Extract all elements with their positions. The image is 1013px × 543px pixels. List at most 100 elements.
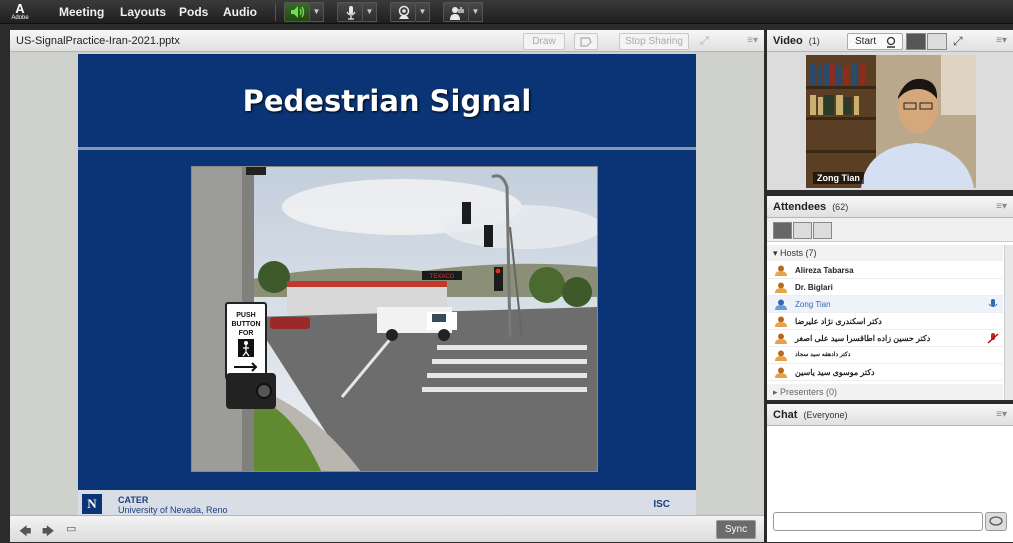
attendee-row[interactable]: Alireza Tabarsa bbox=[767, 262, 1003, 279]
attendees-pod-header: Attendees (62) ≡▾ bbox=[767, 196, 1013, 218]
webcam-small-icon bbox=[886, 36, 896, 48]
start-webcam-button[interactable]: Start bbox=[847, 33, 903, 50]
speaker-button[interactable] bbox=[284, 2, 310, 22]
attendee-row[interactable]: دکتر حسین زاده اطاقسرا سید علی اصغر bbox=[767, 330, 1003, 347]
host-user-icon bbox=[775, 282, 787, 293]
start-label: Start bbox=[855, 36, 877, 47]
chat-message-input[interactable] bbox=[773, 512, 983, 531]
next-slide-icon[interactable]: 🡆 bbox=[42, 522, 54, 543]
share-pod-footer: 🡄 🡆 ▭ Sync bbox=[10, 515, 764, 542]
microphone-dropdown[interactable]: ▼ bbox=[363, 2, 377, 22]
slide-photo: TEXACO PUSH BUTTON FOR bbox=[191, 166, 598, 472]
list-view-icon[interactable] bbox=[773, 222, 792, 239]
sign-line-2: BUTTON bbox=[231, 321, 260, 328]
sign-line-3: FOR bbox=[239, 330, 254, 337]
texaco-sign-text: TEXACO bbox=[430, 274, 455, 280]
slide-title: Pedestrian Signal bbox=[242, 84, 532, 118]
breakout-view-icon[interactable] bbox=[813, 222, 832, 239]
attendee-row[interactable]: دکتر اسکندری نژاد علیرضا bbox=[767, 313, 1003, 330]
share-pod-header: US-SignalPractice-Iran-2021.pptx Draw St… bbox=[10, 30, 764, 52]
attendees-toolbar bbox=[767, 218, 1013, 242]
video-pod: Video (1) Start ⤢ ≡▾ Zong Tian bbox=[767, 30, 1013, 190]
attendee-name: Dr. Biglari bbox=[795, 283, 833, 292]
slide-stage: Pedestrian Signal TEXACO PUSH BUTTON FOR… bbox=[10, 52, 764, 518]
video-pod-menu-icon[interactable]: ≡▾ bbox=[996, 35, 1007, 46]
microphone-icon bbox=[346, 6, 356, 20]
webcam-dropdown[interactable]: ▼ bbox=[416, 2, 430, 22]
status-view-icon[interactable] bbox=[793, 222, 812, 239]
attendee-name: دکتر دادهقه سید سجاد bbox=[795, 352, 851, 358]
attendee-name: دکتر اسکندری نژاد علیرضا bbox=[795, 317, 882, 326]
divider bbox=[275, 3, 276, 21]
adobe-logo: A Adobe bbox=[8, 2, 32, 22]
pedestrian-signal-photo: TEXACO PUSH BUTTON FOR bbox=[192, 167, 597, 471]
speaker-icon bbox=[291, 6, 305, 18]
chat-pod-header: Chat (Everyone) ≡▾ bbox=[767, 404, 1013, 426]
host-user-icon bbox=[775, 333, 787, 344]
raise-hand-button[interactable] bbox=[443, 2, 469, 22]
attendees-pod-menu-icon[interactable]: ≡▾ bbox=[996, 201, 1007, 212]
sign-line-1: PUSH bbox=[236, 312, 255, 319]
footer-university: University of Nevada, Reno bbox=[118, 505, 228, 515]
draw-button[interactable]: Draw bbox=[523, 33, 565, 50]
annotate-icon bbox=[580, 37, 592, 47]
single-view-icon[interactable] bbox=[927, 33, 947, 50]
presenter-name-tag: Zong Tian bbox=[813, 172, 864, 184]
grid-view-icon[interactable] bbox=[906, 33, 926, 50]
previous-slide-icon[interactable]: 🡄 bbox=[19, 522, 31, 543]
menu-meeting[interactable]: Meeting bbox=[59, 5, 104, 19]
attendee-name: Zong Tian bbox=[795, 300, 831, 309]
person-status-icon bbox=[450, 7, 464, 20]
annotation-toggle-button[interactable] bbox=[574, 33, 598, 50]
webcam-feed: Zong Tian bbox=[806, 55, 976, 188]
webcam-icon bbox=[398, 5, 410, 19]
video-pod-header: Video (1) Start ⤢ ≡▾ bbox=[767, 30, 1013, 52]
menu-audio[interactable]: Audio bbox=[223, 5, 257, 19]
host-user-icon bbox=[775, 299, 787, 310]
attendee-row[interactable]: Zong Tian bbox=[767, 296, 1003, 313]
hosts-section-header[interactable]: ▾ Hosts (7) bbox=[767, 245, 1003, 261]
webcam-image bbox=[806, 55, 976, 188]
attendee-name: دکتر موسوی سید یاسین bbox=[795, 368, 875, 377]
video-pod-title: Video (1) bbox=[773, 35, 820, 47]
menu-layouts[interactable]: Layouts bbox=[120, 5, 166, 19]
menu-pods[interactable]: Pods bbox=[179, 5, 208, 19]
chat-pod-menu-icon[interactable]: ≡▾ bbox=[996, 409, 1007, 420]
footer-isc: ISC bbox=[653, 499, 670, 510]
sidebar-toggle-icon[interactable]: ▭ bbox=[66, 522, 76, 535]
slide-footer: N CATER University of Nevada, Reno ISC bbox=[78, 490, 696, 518]
speaking-microphone-icon bbox=[988, 299, 998, 307]
attendee-row[interactable]: دکتر موسوی سید یاسین bbox=[767, 364, 1003, 381]
chat-pod-title: Chat (Everyone) bbox=[773, 409, 848, 421]
microphone-button[interactable] bbox=[337, 2, 363, 22]
share-pod-menu-icon[interactable]: ≡▾ bbox=[747, 35, 758, 46]
slide-divider bbox=[78, 147, 696, 150]
attendees-pod: Attendees (62) ≡▾ ▾ Hosts (7) Alireza Tab… bbox=[767, 196, 1013, 400]
chat-pod: Chat (Everyone) ≡▾ bbox=[767, 404, 1013, 542]
host-user-icon bbox=[775, 367, 787, 378]
muted-microphone-icon bbox=[987, 333, 999, 344]
status-dropdown[interactable]: ▼ bbox=[469, 2, 483, 22]
chat-send-button[interactable] bbox=[985, 512, 1007, 531]
webcam-button[interactable] bbox=[390, 2, 416, 22]
attendee-row[interactable]: دکتر دادهقه سید سجاد bbox=[767, 347, 1003, 364]
sync-button[interactable]: Sync bbox=[716, 520, 756, 539]
footer-org: CATER bbox=[118, 495, 149, 505]
shared-file-name: US-SignalPractice-Iran-2021.pptx bbox=[16, 35, 180, 47]
university-logo: N bbox=[82, 494, 102, 514]
fullscreen-icon[interactable]: ⤢ bbox=[700, 35, 709, 48]
adobe-logo-text: Adobe bbox=[11, 15, 29, 21]
attendee-name: Alireza Tabarsa bbox=[795, 266, 854, 275]
share-pod: US-SignalPractice-Iran-2021.pptx Draw St… bbox=[10, 30, 764, 542]
top-menu-bar: A Adobe Meeting Layouts Pods Audio ▼ ▼ ▼ bbox=[0, 0, 1013, 24]
speech-bubble-icon bbox=[989, 516, 1003, 526]
video-fullscreen-icon[interactable]: ⤢ bbox=[953, 34, 963, 49]
presenters-section-header[interactable]: ▸ Presenters (0) bbox=[767, 384, 1003, 400]
speaker-dropdown[interactable]: ▼ bbox=[310, 2, 324, 22]
stop-sharing-button[interactable]: Stop Sharing bbox=[619, 33, 689, 50]
host-user-icon bbox=[775, 350, 787, 361]
attendees-pod-title: Attendees (62) bbox=[773, 201, 849, 213]
host-user-icon bbox=[775, 265, 787, 276]
attendees-scrollbar[interactable] bbox=[1004, 245, 1013, 400]
attendee-row[interactable]: Dr. Biglari bbox=[767, 279, 1003, 296]
